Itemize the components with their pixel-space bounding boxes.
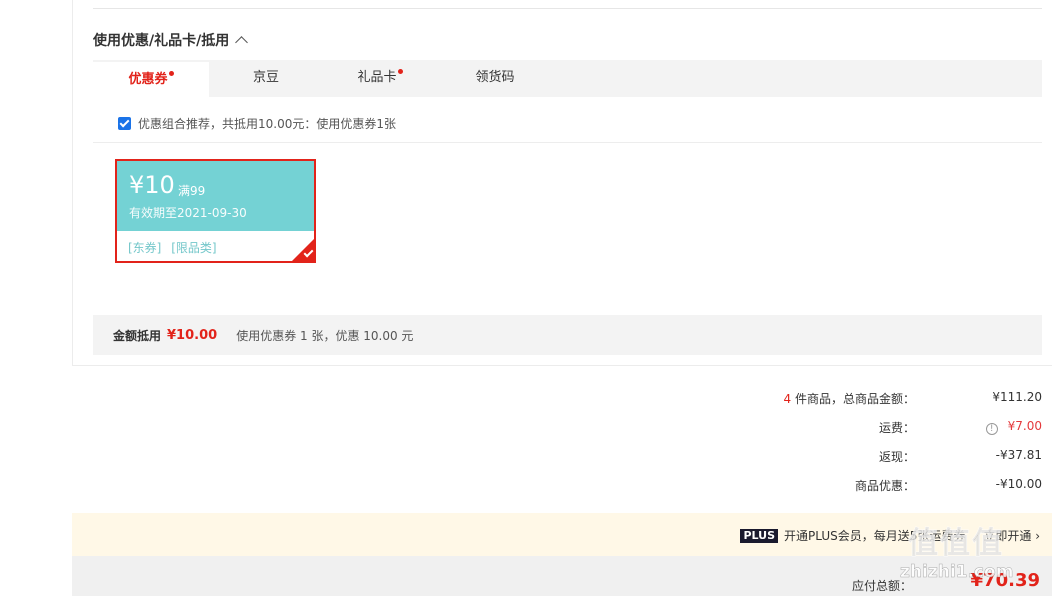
discount-tabs: 优惠券 京豆 礼品卡 领货码 bbox=[93, 60, 1042, 97]
shipping-row: 运费： ! ¥7.00 bbox=[652, 419, 1052, 439]
tab-label: 领货码 bbox=[475, 70, 515, 85]
tab-label: 京豆 bbox=[252, 70, 279, 85]
goods-label-text: 件商品，总商品金额： bbox=[794, 392, 915, 406]
plus-badge: PLUS bbox=[740, 528, 778, 543]
divider bbox=[93, 142, 1042, 143]
top-divider bbox=[93, 8, 1042, 9]
tab-label: 礼品卡 bbox=[357, 70, 397, 85]
site-watermark: 值值值 zhizhi1.com bbox=[900, 516, 1045, 596]
coupon-tag: [东券] bbox=[128, 241, 162, 255]
goods-total-label: 4 件商品，总商品金额： bbox=[784, 390, 915, 407]
discount-row: 商品优惠： -¥10.00 bbox=[652, 477, 1052, 497]
cashback-label: 返现： bbox=[878, 450, 915, 464]
coupon-panel: 优惠组合推荐，共抵用10.00元：使用优惠券1张 ¥10 满99 有效期至202… bbox=[93, 97, 1042, 355]
coupon-tag: [限品类] bbox=[171, 241, 217, 255]
cashback-row: 返现： -¥37.81 bbox=[652, 448, 1052, 468]
discount-summary: 金额抵用 ¥10.00 使用优惠券 1 张，优惠 10.00 元 bbox=[93, 315, 1042, 355]
notification-dot bbox=[397, 69, 403, 74]
coupon-amount: ¥10 bbox=[129, 171, 175, 199]
watermark-url: zhizhi1.com bbox=[900, 562, 1014, 583]
discount-label: 商品优惠： bbox=[854, 479, 915, 493]
coupon-header: ¥10 满99 有效期至2021-09-30 bbox=[117, 161, 314, 231]
summary-desc: 使用优惠券 1 张，优惠 10.00 元 bbox=[236, 328, 414, 343]
shipping-value: ¥7.00 bbox=[1007, 419, 1042, 433]
section-left-border bbox=[72, 0, 73, 366]
item-count: 4 bbox=[783, 392, 792, 406]
coupon-tags: [东券] [限品类] bbox=[128, 239, 223, 256]
info-icon[interactable]: ! bbox=[985, 423, 998, 435]
coupon-validity: 有效期至2021-09-30 bbox=[129, 206, 247, 220]
chevron-up-icon[interactable] bbox=[235, 36, 249, 49]
tab-jingdou[interactable]: 京豆 bbox=[209, 60, 323, 97]
cashback-value: -¥37.81 bbox=[995, 448, 1042, 462]
section-title: 使用优惠/礼品卡/抵用 bbox=[93, 33, 230, 49]
tab-coupon[interactable]: 优惠券 bbox=[93, 60, 209, 97]
discount-value: -¥10.00 bbox=[995, 477, 1042, 491]
order-page: 使用优惠/礼品卡/抵用 优惠券 京豆 礼品卡 领货码 优惠组合推荐，共抵用10.… bbox=[0, 0, 1052, 596]
notification-dot bbox=[168, 71, 174, 76]
tab-label: 优惠券 bbox=[128, 72, 168, 87]
summary-label: 金额抵用 bbox=[113, 328, 162, 343]
watermark-logo: 值值值 bbox=[908, 526, 1004, 562]
tab-redeem-code[interactable]: 领货码 bbox=[437, 60, 553, 97]
discount-section-header[interactable]: 使用优惠/礼品卡/抵用 bbox=[93, 30, 249, 50]
tab-gift-card[interactable]: 礼品卡 bbox=[323, 60, 437, 97]
combo-recommend-row[interactable]: 优惠组合推荐，共抵用10.00元：使用优惠券1张 bbox=[118, 115, 396, 132]
combo-text: 优惠组合推荐，共抵用10.00元：使用优惠券1张 bbox=[138, 117, 396, 131]
shipping-value-wrap: ! ¥7.00 bbox=[985, 419, 1042, 435]
coupon-card[interactable]: ¥10 满99 有效期至2021-09-30 [东券] [限品类] bbox=[115, 159, 316, 263]
goods-total-value: ¥111.20 bbox=[992, 390, 1042, 404]
coupon-condition: 满99 bbox=[178, 184, 206, 198]
summary-amount: ¥10.00 bbox=[167, 327, 218, 343]
goods-total-row: 4 件商品，总商品金额： ¥111.20 bbox=[652, 390, 1052, 410]
shipping-label: 运费： bbox=[878, 421, 915, 435]
combo-checkbox[interactable] bbox=[118, 117, 131, 130]
section-bottom-border bbox=[72, 365, 1052, 366]
